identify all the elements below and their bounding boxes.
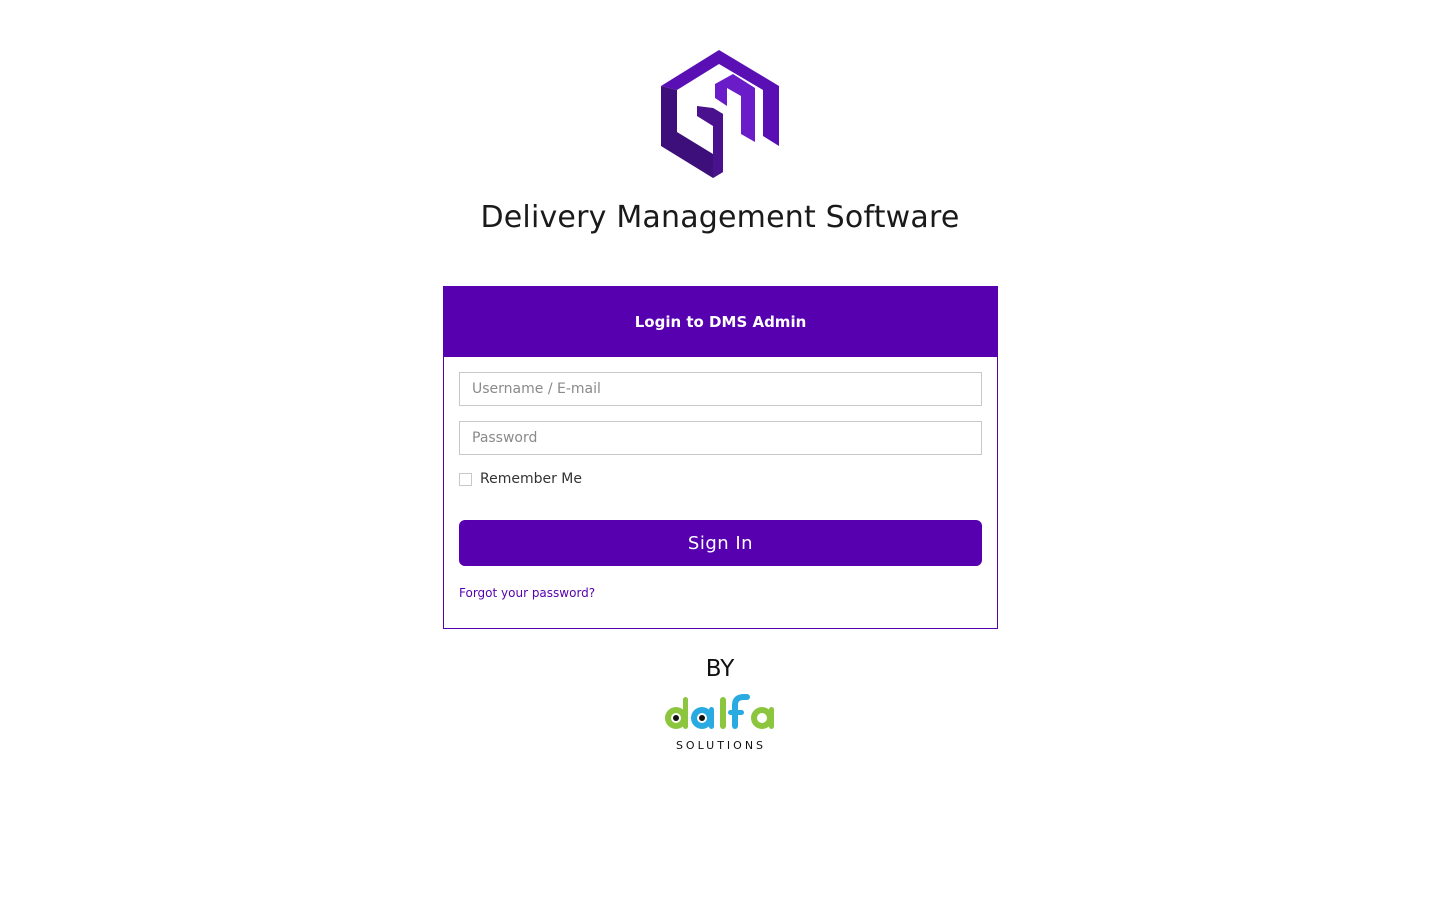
app-logo-icon bbox=[657, 46, 783, 182]
login-card-title: Login to DMS Admin bbox=[634, 313, 807, 331]
by-label: BY bbox=[705, 656, 735, 682]
login-card: Login to DMS Admin Remember Me Sign In F… bbox=[443, 286, 998, 629]
password-input[interactable] bbox=[459, 421, 982, 455]
remember-me-label: Remember Me bbox=[480, 471, 582, 487]
dalfa-solutions-logo: SOLUTIONS bbox=[662, 694, 780, 754]
login-card-header: Login to DMS Admin bbox=[444, 287, 997, 357]
sign-in-button[interactable]: Sign In bbox=[459, 520, 982, 566]
forgot-password-link[interactable]: Forgot your password? bbox=[459, 586, 595, 600]
login-page: Delivery Management Software Login to DM… bbox=[0, 0, 1440, 900]
username-input[interactable] bbox=[459, 372, 982, 406]
remember-me-checkbox[interactable] bbox=[459, 472, 472, 486]
remember-me[interactable]: Remember Me bbox=[459, 471, 582, 487]
page-title: Delivery Management Software bbox=[480, 200, 960, 235]
svg-text:SOLUTIONS: SOLUTIONS bbox=[676, 739, 766, 752]
